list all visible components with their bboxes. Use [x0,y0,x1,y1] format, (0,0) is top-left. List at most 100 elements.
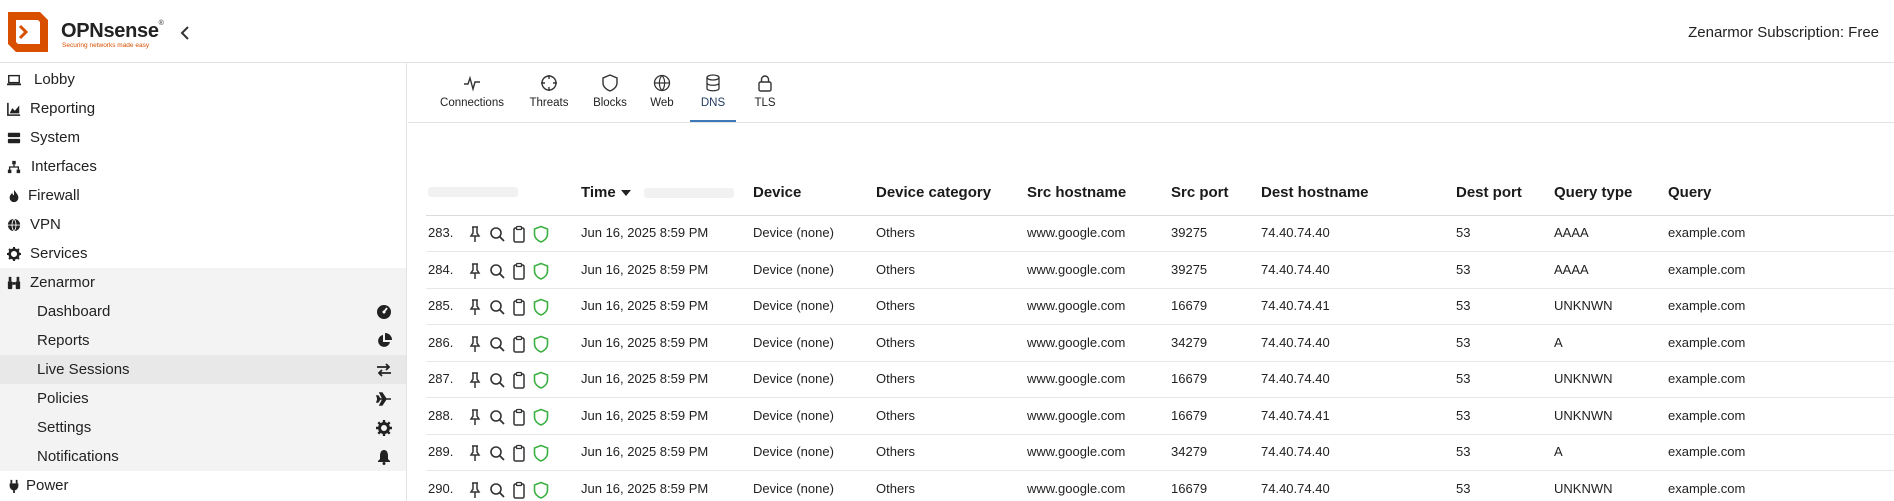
tab-threats[interactable]: Threats [526,63,572,123]
table-row[interactable]: 288. Jun 16, 2025 8:59 PM Device (none) Oth… [426,399,1894,435]
sidebar-subitem-settings[interactable]: Settings [0,413,406,442]
cell-dest-hostname: 74.40.74.40 [1261,480,1330,496]
sidebar-subitem-dashboard[interactable]: Dashboard [0,297,406,326]
cell-dest-hostname: 74.40.74.41 [1261,407,1330,423]
search-icon[interactable] [488,298,506,316]
shield-icon[interactable] [532,444,550,462]
table-row[interactable]: 285. Jun 16, 2025 8:59 PM Device (none) Oth… [426,289,1894,325]
tab-connections[interactable]: Connections [437,63,507,123]
shield-icon[interactable] [532,225,550,243]
cell-query-type: AAAA [1554,225,1589,240]
sidebar-item-lobby[interactable]: Lobby [0,65,406,94]
cell-time: Jun 16, 2025 8:59 PM [581,407,709,423]
table-row[interactable]: 290. Jun 16, 2025 8:59 PM Device (none) Oth… [426,472,1894,501]
table-row[interactable]: 284. Jun 16, 2025 8:59 PM Device (none) Oth… [426,253,1894,289]
column-header-dest-hostname[interactable]: Dest hostname [1261,184,1369,201]
search-icon[interactable] [488,481,506,499]
search-icon[interactable] [488,225,506,243]
cell-src-hostname: www.google.com [1027,371,1126,386]
sidebar-subitem-reports[interactable]: Reports [0,326,406,355]
column-header-src-port[interactable]: Src port [1171,184,1229,201]
shield-icon[interactable] [532,408,550,426]
sidebar-item-zenarmor[interactable]: Zenarmor [0,268,406,297]
cell-dest-port: 53 [1456,298,1471,313]
cell-dest-port: 53 [1456,480,1471,496]
pin-icon[interactable] [466,371,484,389]
cell-time: Jun 16, 2025 8:59 PM [581,371,709,386]
cell-query-type: A [1554,444,1563,459]
sidebar-item-label: Interfaces [31,158,97,175]
sidebar-item-label: Zenarmor [30,274,96,291]
table-row[interactable]: 287. Jun 16, 2025 8:59 PM Device (none) Oth… [426,362,1894,398]
opnsense-logo[interactable] [4,8,52,56]
tab-blocks[interactable]: Blocks [590,63,630,123]
shield-icon[interactable] [532,298,550,316]
server-icon [7,132,21,143]
pin-icon[interactable] [466,408,484,426]
column-header-time[interactable]: Time [581,184,631,201]
sidebar-item-firewall[interactable]: Firewall [0,181,406,210]
collapse-sidebar-icon[interactable] [178,24,192,42]
tab-web[interactable]: Web [644,63,680,123]
clipboard-icon[interactable] [510,371,528,389]
clipboard-icon[interactable] [510,335,528,353]
sidebar-item-reporting[interactable]: Reporting [0,94,406,123]
clipboard-icon[interactable] [510,298,528,316]
clipboard-icon[interactable] [510,481,528,499]
shield-icon[interactable] [532,371,550,389]
tab-tls[interactable]: TLS [745,63,785,123]
sidebar-item-system[interactable]: System [0,123,406,152]
shield-icon[interactable] [532,262,550,280]
shield-icon[interactable] [532,481,550,499]
row-actions [466,335,550,353]
sidebar-item-services[interactable]: Services [0,239,406,268]
column-header-dest-port[interactable]: Dest port [1456,184,1522,201]
row-actions [466,444,550,462]
sidebar-item-power[interactable]: Power [0,471,406,500]
search-icon[interactable] [488,371,506,389]
sidebar-item-vpn[interactable]: VPN [0,210,406,239]
column-header-src-hostname[interactable]: Src hostname [1027,184,1126,201]
cell-dest-port: 53 [1456,225,1471,240]
sidebar-subitem-notifications[interactable]: Notifications [0,442,406,471]
cell-device: Device (none) [753,407,834,423]
sidebar-subitem-live-sessions[interactable]: Live Sessions [0,355,406,384]
shield-icon[interactable] [532,335,550,353]
table-row[interactable]: 286. Jun 16, 2025 8:59 PM Device (none) Oth… [426,326,1894,362]
clipboard-icon[interactable] [510,408,528,426]
pin-icon[interactable] [466,225,484,243]
pin-icon[interactable] [466,262,484,280]
clipboard-icon[interactable] [510,444,528,462]
pie-chart-icon [378,333,392,347]
column-header-query-type[interactable]: Query type [1554,184,1632,201]
sidebar-item-label: Firewall [28,187,80,204]
pin-icon[interactable] [466,298,484,316]
sidebar: Lobby Reporting System Interfaces Firewa… [0,63,407,501]
cell-dest-hostname: 74.40.74.40 [1261,334,1330,350]
table-row[interactable]: 289. Jun 16, 2025 8:59 PM Device (none) Oth… [426,435,1894,471]
cell-query-type: A [1554,334,1563,350]
pin-icon[interactable] [466,444,484,462]
column-header-device[interactable]: Device [753,184,801,201]
row-number: 288. [428,407,454,423]
sidebar-subitem-policies[interactable]: Policies [0,384,406,413]
pin-icon[interactable] [466,335,484,353]
fire-icon [9,189,19,202]
search-icon[interactable] [488,444,506,462]
column-header-query[interactable]: Query [1668,184,1711,201]
search-icon[interactable] [488,335,506,353]
cell-src-hostname: www.google.com [1027,407,1126,423]
sidebar-item-label: System [30,129,81,146]
cell-query: example.com [1668,480,1746,496]
search-icon[interactable] [488,262,506,280]
row-number: 286. [428,334,454,350]
pin-icon[interactable] [466,481,484,499]
tab-dns[interactable]: DNS [690,63,736,123]
clipboard-icon[interactable] [510,262,528,280]
cell-device-category: Others [876,298,916,313]
search-icon[interactable] [488,408,506,426]
table-row[interactable]: 283. Jun 16, 2025 8:59 PM Device (none) Oth… [426,216,1894,252]
column-header-device-category[interactable]: Device category [876,184,991,201]
sidebar-item-interfaces[interactable]: Interfaces [0,152,406,181]
clipboard-icon[interactable] [510,225,528,243]
